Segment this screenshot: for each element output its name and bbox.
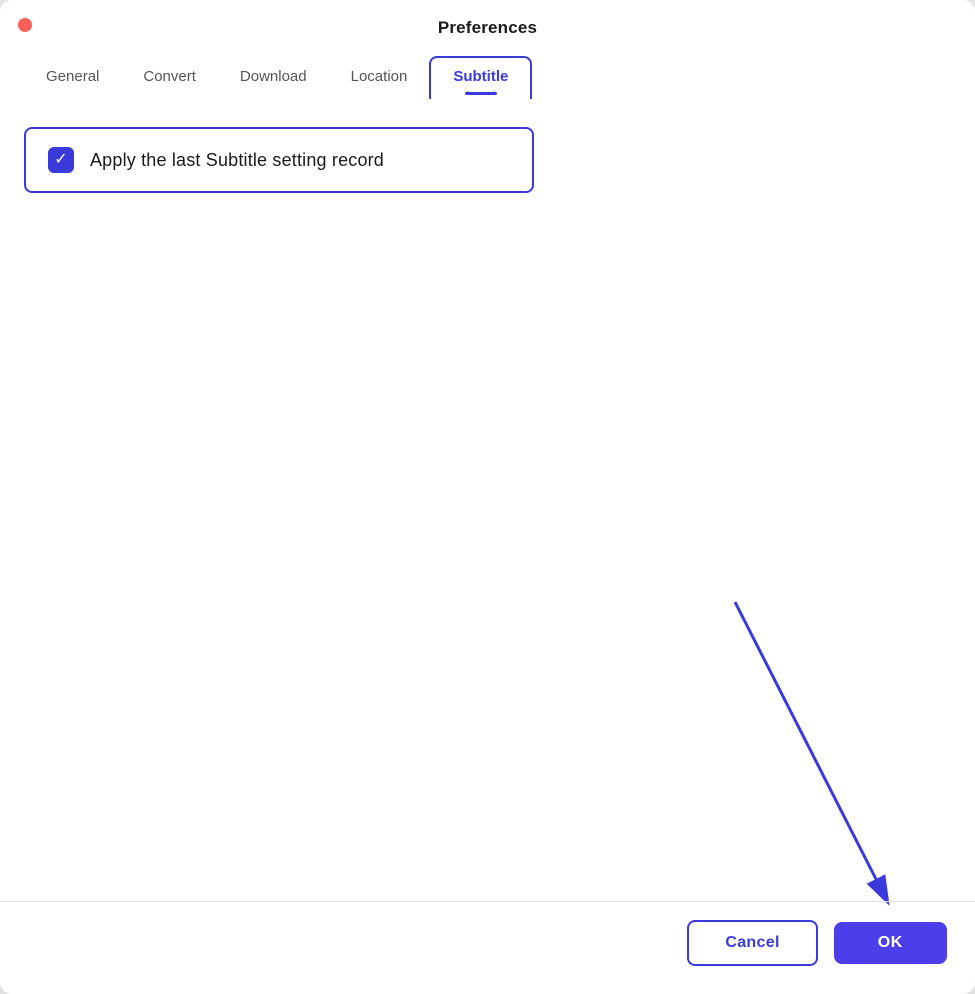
tab-active-underline (465, 92, 497, 95)
traffic-lights (18, 18, 32, 32)
button-bar: Cancel OK (0, 902, 975, 994)
preferences-window: Preferences General Convert Download Loc… (0, 0, 975, 994)
subtitle-checkbox-row[interactable]: ✓ Apply the last Subtitle setting record (24, 127, 534, 193)
tab-subtitle[interactable]: Subtitle (429, 56, 532, 99)
window-title: Preferences (438, 18, 537, 38)
tab-general[interactable]: General (24, 58, 121, 97)
apply-subtitle-checkbox[interactable]: ✓ (48, 147, 74, 173)
tab-download[interactable]: Download (218, 58, 329, 97)
checkmark-icon: ✓ (54, 152, 67, 168)
cancel-button[interactable]: Cancel (687, 920, 817, 966)
tab-convert[interactable]: Convert (121, 58, 218, 97)
tabs-bar: General Convert Download Location Subtit… (0, 48, 975, 99)
tab-location[interactable]: Location (329, 58, 430, 97)
content-area: ✓ Apply the last Subtitle setting record (0, 99, 975, 994)
ok-button[interactable]: OK (834, 922, 947, 964)
bottom-area: Cancel OK (0, 901, 975, 994)
apply-subtitle-label: Apply the last Subtitle setting record (90, 150, 384, 171)
title-bar: Preferences (0, 0, 975, 48)
close-button[interactable] (18, 18, 32, 32)
